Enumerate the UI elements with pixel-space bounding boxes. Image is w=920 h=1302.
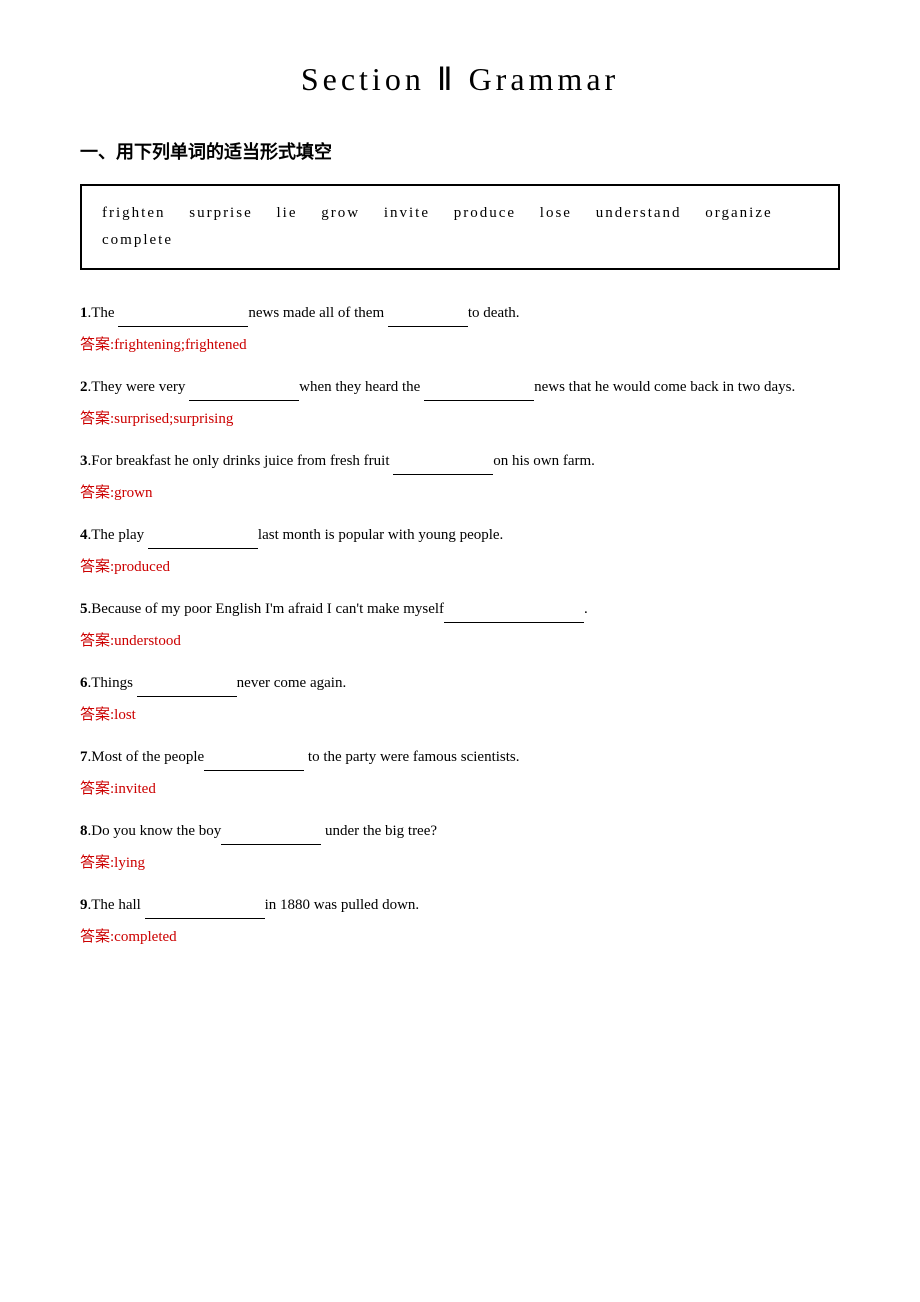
q1-num: 1 <box>80 305 88 321</box>
question-2: 2.They were very when they heard the new… <box>80 374 840 428</box>
q1-blank2 <box>388 326 468 327</box>
word-lie: lie <box>276 205 297 221</box>
q3-answer: 答案:grown <box>80 481 840 502</box>
q8-answer: 答案:lying <box>80 851 840 872</box>
q5-num: 5 <box>80 601 88 617</box>
q9-answer: 答案:completed <box>80 925 840 946</box>
q4-blank1 <box>148 548 258 549</box>
q2-blank1 <box>189 400 299 401</box>
q7-answer: 答案:invited <box>80 777 840 798</box>
q5-blank1 <box>444 622 584 623</box>
question-1-text: 1.The news made all of them to death. <box>80 300 840 327</box>
question-1: 1.The news made all of them to death. 答案… <box>80 300 840 354</box>
q2-num: 2 <box>80 379 88 395</box>
q1-answer: 答案:frightening;frightened <box>80 333 840 354</box>
word-understand: understand <box>596 205 682 221</box>
word-frighten: frighten <box>102 205 165 221</box>
word-organize: organize <box>705 205 772 221</box>
question-2-text: 2.They were very when they heard the new… <box>80 374 840 401</box>
question-3: 3.For breakfast he only drinks juice fro… <box>80 448 840 502</box>
q7-blank1 <box>204 770 304 771</box>
q6-answer: 答案:lost <box>80 703 840 724</box>
page-title: Section Ⅱ Grammar <box>80 60 840 98</box>
word-invite: invite <box>384 205 430 221</box>
q1-blank1 <box>118 326 248 327</box>
word-grow: grow <box>321 205 360 221</box>
q8-num: 8 <box>80 823 88 839</box>
q6-num: 6 <box>80 675 88 691</box>
section-heading: 一、用下列单词的适当形式填空 <box>80 138 840 164</box>
question-5: 5.Because of my poor English I'm afraid … <box>80 596 840 650</box>
question-4-text: 4.The play last month is popular with yo… <box>80 522 840 549</box>
question-6: 6.Things never come again. 答案:lost <box>80 670 840 724</box>
word-box: frighten surprise lie grow invite produc… <box>80 184 840 270</box>
question-4: 4.The play last month is popular with yo… <box>80 522 840 576</box>
word-complete: complete <box>102 232 173 248</box>
q9-num: 9 <box>80 897 88 913</box>
question-5-text: 5.Because of my poor English I'm afraid … <box>80 596 840 623</box>
q3-blank1 <box>393 474 493 475</box>
question-8-text: 8.Do you know the boy under the big tree… <box>80 818 840 845</box>
question-7-text: 7.Most of the people to the party were f… <box>80 744 840 771</box>
question-8: 8.Do you know the boy under the big tree… <box>80 818 840 872</box>
q6-blank1 <box>137 696 237 697</box>
question-6-text: 6.Things never come again. <box>80 670 840 697</box>
question-7: 7.Most of the people to the party were f… <box>80 744 840 798</box>
q4-num: 4 <box>80 527 88 543</box>
word-produce: produce <box>454 205 516 221</box>
q9-blank1 <box>145 918 265 919</box>
q4-answer: 答案:produced <box>80 555 840 576</box>
q2-blank2 <box>424 400 534 401</box>
question-9: 9.The hall in 1880 was pulled down. 答案:c… <box>80 892 840 946</box>
question-9-text: 9.The hall in 1880 was pulled down. <box>80 892 840 919</box>
q2-answer: 答案:surprised;surprising <box>80 407 840 428</box>
q8-blank1 <box>221 844 321 845</box>
q5-answer: 答案:understood <box>80 629 840 650</box>
word-surprise: surprise <box>189 205 253 221</box>
question-3-text: 3.For breakfast he only drinks juice fro… <box>80 448 840 475</box>
word-lose: lose <box>540 205 572 221</box>
q3-num: 3 <box>80 453 88 469</box>
q7-num: 7 <box>80 749 88 765</box>
